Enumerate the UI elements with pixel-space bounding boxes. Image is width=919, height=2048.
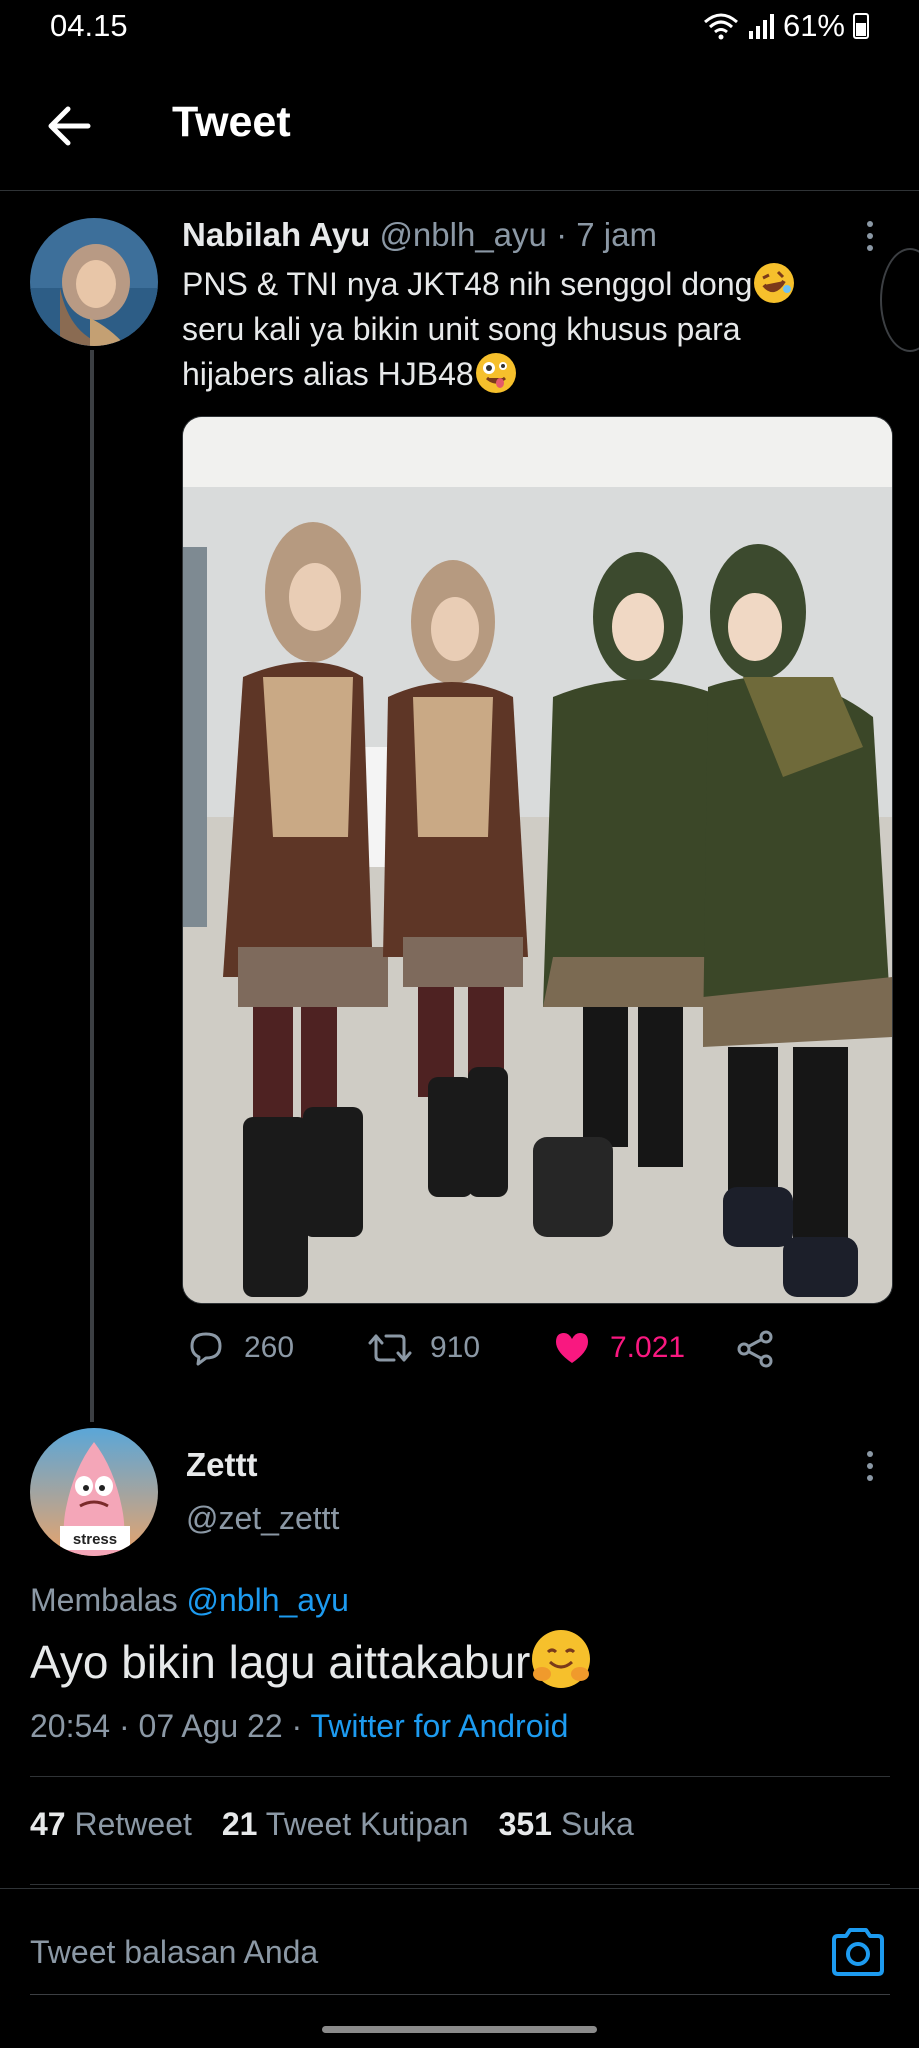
reply-time: 20:54 [30, 1708, 111, 1744]
tweet-time[interactable]: 7 jam [576, 216, 657, 253]
reply-client[interactable]: Twitter for Android [311, 1708, 569, 1744]
tweet-text: PNS & TNI nya JKT48 nih senggol dong ser… [182, 262, 882, 397]
battery-icon [853, 13, 869, 39]
vertical-dots-icon [867, 1451, 873, 1481]
stats-top-divider [30, 1776, 890, 1777]
retweet-icon [368, 1334, 412, 1362]
camera-button[interactable] [830, 1926, 890, 1982]
like-count: 7.021 [610, 1331, 686, 1364]
hugging-face-emoji-icon [532, 1630, 591, 1688]
arrow-left-icon [48, 106, 91, 146]
retweet-count: 910 [430, 1331, 481, 1364]
likes-stat[interactable]: 351 Suka [499, 1806, 634, 1843]
reply-action[interactable]: 260 [186, 1328, 294, 1368]
tweet-line-3: hijabers alias HJB48 [182, 352, 882, 397]
heart-filled-icon [556, 1333, 588, 1363]
replying-to-handle[interactable]: @nblh_ayu [187, 1582, 349, 1618]
meta-separator: · [556, 216, 568, 253]
signal-icon [748, 14, 774, 39]
reply-meta: 20:54 · 07 Agu 22 · Twitter for Android [30, 1708, 568, 1745]
tweet-line-1: PNS & TNI nya JKT48 nih senggol dong [182, 262, 882, 307]
back-button[interactable] [40, 96, 100, 156]
reply-author-name[interactable]: Zettt [186, 1446, 257, 1484]
wifi-icon [703, 13, 738, 40]
retweet-action[interactable]: 910 [368, 1328, 480, 1368]
author-handle[interactable]: @nblh_ayu [379, 216, 546, 253]
replying-label: Membalas [30, 1582, 178, 1618]
reply-more-options-button[interactable] [860, 1448, 880, 1488]
avatar-nabilah[interactable] [30, 218, 158, 346]
tweet-line-2: seru kali ya bikin unit song khusus para [182, 311, 741, 347]
header-divider [0, 190, 919, 191]
avatar-caption: stress [73, 1531, 117, 1548]
page-title: Tweet [172, 98, 291, 146]
share-action[interactable] [736, 1330, 774, 1368]
share-icon [737, 1330, 773, 1368]
reply-meta-dot: · [118, 1708, 130, 1744]
replying-to: Membalas @nblh_ayu [30, 1582, 349, 1619]
reply-text: Ayo bikin lagu aittakabur [30, 1630, 591, 1689]
avatar-zettt[interactable]: stress [30, 1428, 158, 1556]
retweets-stat[interactable]: 47 Retweet [30, 1806, 192, 1843]
vertical-dots-icon [867, 221, 873, 251]
status-time: 04.15 [50, 8, 128, 43]
quotes-stat[interactable]: 21 Tweet Kutipan [222, 1806, 469, 1843]
tweet-header: Nabilah Ayu @nblh_ayu · 7 jam [182, 216, 657, 254]
stats-bottom-divider [30, 1884, 890, 1885]
reply-bar-divider [0, 1888, 919, 1889]
rolling-laughing-emoji-icon [754, 263, 795, 303]
tweet-photo[interactable] [182, 416, 893, 1304]
thread-line [90, 350, 94, 1422]
reply-date: 07 Agu 22 [138, 1708, 283, 1744]
reply-meta-dot-2: · [291, 1708, 303, 1744]
camera-icon [832, 1928, 884, 1976]
status-indicators: 61% [703, 8, 869, 44]
reply-author-handle[interactable]: @zet_zettt [186, 1500, 339, 1537]
more-options-button[interactable] [860, 218, 880, 258]
reply-count: 260 [244, 1331, 295, 1364]
reply-input[interactable]: Tweet balasan Anda [30, 1934, 318, 1971]
home-indicator[interactable] [322, 2026, 597, 2033]
author-name[interactable]: Nabilah Ayu [182, 216, 370, 253]
zany-face-emoji-icon [475, 353, 516, 393]
comment-icon [190, 1332, 222, 1366]
battery-percent: 61% [782, 8, 845, 43]
edge-button[interactable] [880, 248, 919, 352]
reply-input-underline [30, 1994, 890, 1995]
engagement-stats: 47 Retweet 21 Tweet Kutipan 351 Suka [30, 1806, 634, 1843]
like-action[interactable]: 7.021 [552, 1328, 685, 1368]
